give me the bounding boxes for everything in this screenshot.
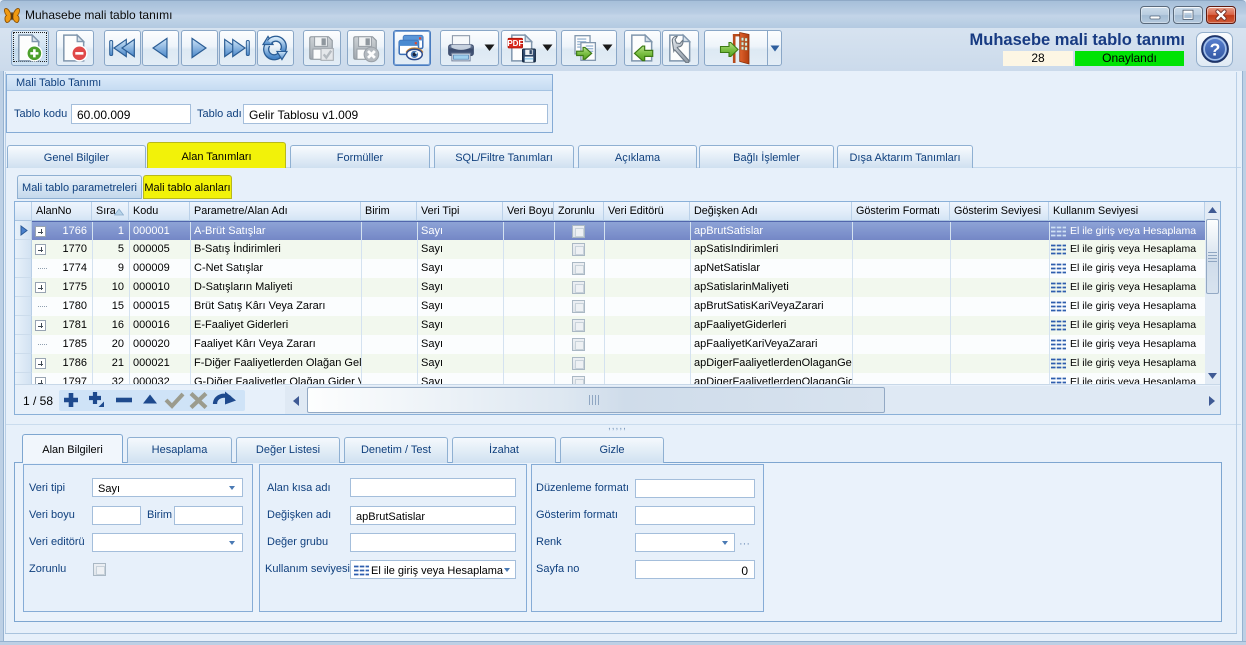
svg-text:?: ? [1210, 40, 1221, 60]
svg-text:PDF: PDF [507, 39, 523, 48]
